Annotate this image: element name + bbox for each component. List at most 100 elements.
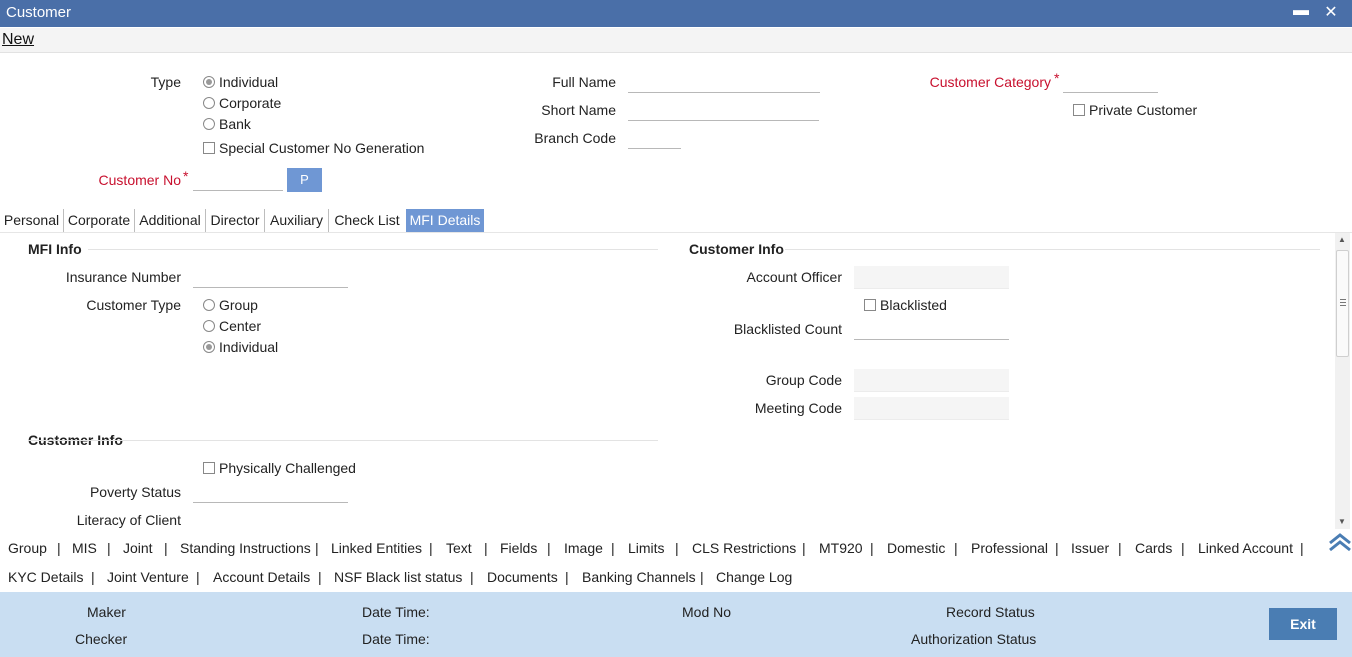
link-banking-channels[interactable]: Banking Channels: [582, 569, 696, 585]
link-separator: |: [611, 540, 615, 556]
link-change-log[interactable]: Change Log: [716, 569, 792, 585]
insurance-number-input[interactable]: [193, 268, 348, 288]
customer-category-input[interactable]: [1063, 73, 1158, 93]
scroll-thumb[interactable]: [1336, 250, 1349, 357]
private-customer-checkbox[interactable]: [1073, 104, 1085, 116]
window-title: Customer: [6, 4, 72, 21]
link-mis[interactable]: MIS: [72, 540, 97, 556]
type-corporate-radio[interactable]: [203, 97, 215, 109]
customer-info-right-title: Customer Info: [689, 241, 784, 257]
link-separator: |: [315, 540, 319, 556]
literacy-label: Literacy of Client: [76, 512, 181, 528]
link-issuer[interactable]: Issuer: [1071, 540, 1109, 556]
window-titlebar: Customer ▬ ✕: [0, 0, 1352, 27]
customer-category-label: Customer Category: [929, 74, 1051, 90]
physically-challenged-checkbox[interactable]: [203, 462, 215, 474]
link-separator: |: [429, 540, 433, 556]
scroll-up-icon[interactable]: ▲: [1338, 235, 1346, 244]
customer-type-group-radio[interactable]: [203, 299, 215, 311]
link-limits[interactable]: Limits: [628, 540, 665, 556]
tab-additional[interactable]: Additional: [135, 209, 206, 232]
customer-no-required-mark: *: [183, 168, 189, 184]
customer-category-required-mark: *: [1054, 70, 1060, 86]
link-separator: |: [318, 569, 322, 585]
link-mt920[interactable]: MT920: [819, 540, 863, 556]
link-account-details[interactable]: Account Details: [213, 569, 310, 585]
link-separator: |: [1181, 540, 1185, 556]
link-group[interactable]: Group: [8, 540, 47, 556]
new-link[interactable]: New: [2, 31, 34, 49]
link-separator: |: [1055, 540, 1059, 556]
link-separator: |: [1300, 540, 1304, 556]
link-cards[interactable]: Cards: [1135, 540, 1172, 556]
tab-auxiliary[interactable]: Auxiliary: [265, 209, 329, 232]
scroll-down-icon[interactable]: ▼: [1338, 517, 1346, 526]
link-cls-restrictions[interactable]: CLS Restrictions: [692, 540, 796, 556]
link-image[interactable]: Image: [564, 540, 603, 556]
customer-type-individual-radio[interactable]: [203, 341, 215, 353]
customer-no-input[interactable]: [193, 171, 283, 191]
link-text[interactable]: Text: [446, 540, 472, 556]
link-linked-entities[interactable]: Linked Entities: [331, 540, 422, 556]
exit-button[interactable]: Exit: [1269, 608, 1337, 640]
type-individual-label: Individual: [219, 74, 279, 90]
link-separator: |: [565, 569, 569, 585]
link-bar: Group | MIS | Joint | Standing Instructi…: [0, 533, 1352, 591]
link-joint-venture[interactable]: Joint Venture: [107, 569, 189, 585]
special-customer-no-label: Special Customer No Generation: [219, 140, 425, 156]
mod-no-label: Mod No: [682, 604, 732, 620]
poverty-status-input[interactable]: [193, 483, 348, 503]
link-separator: |: [484, 540, 488, 556]
p-button[interactable]: P: [287, 168, 322, 192]
tab-director[interactable]: Director: [206, 209, 265, 232]
tab-check-list[interactable]: Check List: [329, 209, 405, 232]
customer-type-center-radio[interactable]: [203, 320, 215, 332]
tab-mfi-details[interactable]: MFI Details: [406, 209, 484, 232]
blacklisted-label: Blacklisted: [880, 297, 947, 313]
special-customer-no-checkbox[interactable]: [203, 142, 215, 154]
vertical-scrollbar[interactable]: ▲ ▼: [1335, 233, 1350, 529]
link-nsf-black-list-status[interactable]: NSF Black list status: [334, 569, 462, 585]
checker-label: Checker: [75, 631, 128, 647]
short-name-input[interactable]: [628, 101, 819, 121]
type-individual-radio[interactable]: [203, 76, 215, 88]
type-corporate-label: Corporate: [219, 95, 282, 111]
link-kyc-details[interactable]: KYC Details: [8, 569, 83, 585]
tab-personal[interactable]: Personal: [0, 209, 64, 232]
collapse-up-icon[interactable]: [1328, 531, 1352, 553]
short-name-label: Short Name: [541, 102, 616, 118]
type-bank-radio[interactable]: [203, 118, 215, 130]
close-icon[interactable]: ✕: [1322, 2, 1340, 22]
link-separator: |: [547, 540, 551, 556]
blacklisted-count-label: Blacklisted Count: [733, 321, 842, 337]
link-documents[interactable]: Documents: [487, 569, 558, 585]
account-officer-input[interactable]: [854, 266, 1009, 289]
link-linked-account[interactable]: Linked Account: [1198, 540, 1293, 556]
link-domestic[interactable]: Domestic: [887, 540, 945, 556]
link-fields[interactable]: Fields: [500, 540, 537, 556]
customer-type-center-label: Center: [219, 318, 262, 334]
customer-type-individual-label: Individual: [219, 339, 279, 355]
link-joint[interactable]: Joint: [123, 540, 153, 556]
blacklisted-count-input[interactable]: [854, 320, 1009, 340]
link-professional[interactable]: Professional: [971, 540, 1048, 556]
link-standing-instructions[interactable]: Standing Instructions: [180, 540, 311, 556]
meeting-code-input[interactable]: [854, 397, 1009, 420]
blacklisted-checkbox[interactable]: [864, 299, 876, 311]
minimize-icon[interactable]: ▬: [1292, 2, 1310, 20]
record-status-label: Record Status: [946, 604, 1035, 620]
tab-underline: [0, 232, 1352, 233]
link-separator: |: [700, 569, 704, 585]
maker-date-time-label: Date Time:: [362, 604, 430, 620]
full-name-input[interactable]: [628, 73, 820, 93]
full-name-label: Full Name: [552, 74, 616, 90]
private-customer-label: Private Customer: [1089, 102, 1198, 118]
physically-challenged-label: Physically Challenged: [219, 460, 356, 476]
tab-corporate[interactable]: Corporate: [64, 209, 135, 232]
link-separator: |: [57, 540, 61, 556]
insurance-number-label: Insurance Number: [65, 269, 181, 285]
type-bank-label: Bank: [219, 116, 251, 132]
checker-date-time-label: Date Time:: [362, 631, 430, 647]
group-code-input[interactable]: [854, 369, 1009, 392]
branch-code-input[interactable]: [628, 129, 681, 149]
